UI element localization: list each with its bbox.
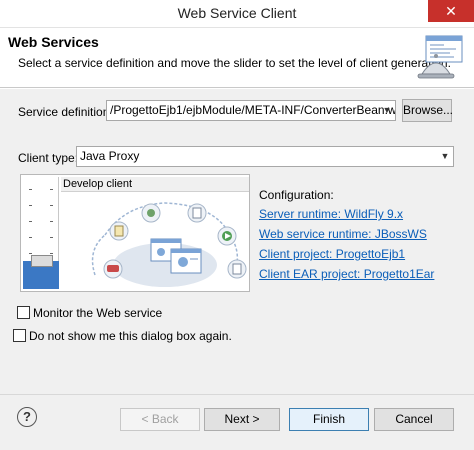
slider-tick <box>50 189 53 190</box>
slider-tick <box>29 205 32 206</box>
help-icon[interactable]: ? <box>17 407 37 427</box>
close-button[interactable]: ✕ <box>428 0 474 22</box>
next-button[interactable]: Next > <box>204 408 280 431</box>
wizard-header: Web Services Select a service definition… <box>0 28 474 88</box>
page-description: Select a service definition and move the… <box>18 56 451 70</box>
title-bar: Web Service Client ✕ <box>0 0 474 28</box>
slider-tick <box>29 253 32 254</box>
window-title: Web Service Client <box>177 5 297 21</box>
server-runtime-link[interactable]: Server runtime: WildFly 9.x <box>259 207 403 221</box>
page-title: Web Services <box>8 34 99 50</box>
service-definition-label: Service definition: <box>18 105 113 119</box>
generation-level-caption: Develop client <box>61 177 249 192</box>
wizard-body: Service definition: /ProgettoEjb1/ejbMod… <box>0 89 474 394</box>
configuration-title: Configuration: <box>259 188 334 202</box>
back-button[interactable]: < Back <box>120 408 200 431</box>
chevron-down-icon[interactable]: ▼ <box>381 101 393 120</box>
web-service-runtime-link[interactable]: Web service runtime: JBossWS <box>259 227 427 241</box>
web-services-wizard-icon <box>417 35 463 79</box>
service-definition-value: /ProgettoEjb1/ejbModule/META-INF/Convert… <box>110 103 396 117</box>
client-type-label: Client type: <box>18 151 79 165</box>
browse-button[interactable]: Browse... <box>402 99 453 122</box>
client-type-combo[interactable]: Java Proxy ▼ <box>76 146 454 167</box>
client-project-link[interactable]: Client project: ProgettoEjb1 <box>259 247 405 261</box>
client-type-value: Java Proxy <box>80 149 140 163</box>
wizard-footer: ? < Back Next > Finish Cancel <box>0 395 474 450</box>
client-generation-panel: Develop client <box>20 174 250 292</box>
monitor-checkbox[interactable] <box>17 306 30 319</box>
client-generation-slider[interactable] <box>23 177 59 289</box>
dont-show-checkbox[interactable] <box>13 329 26 342</box>
cancel-button[interactable]: Cancel <box>374 408 454 431</box>
slider-tick <box>50 205 53 206</box>
dont-show-checkbox-label: Do not show me this dialog box again. <box>29 329 232 343</box>
client-generation-illustration <box>91 202 247 287</box>
slider-tick <box>50 253 53 254</box>
slider-thumb[interactable] <box>31 255 53 267</box>
slider-tick <box>50 237 53 238</box>
monitor-checkbox-label: Monitor the Web service <box>33 306 163 320</box>
slider-tick <box>29 221 32 222</box>
client-ear-project-link[interactable]: Client EAR project: Progetto1Ear <box>259 267 434 281</box>
slider-tick <box>29 237 32 238</box>
slider-tick <box>29 189 32 190</box>
finish-button[interactable]: Finish <box>289 408 369 431</box>
slider-tick <box>50 221 53 222</box>
chevron-down-icon[interactable]: ▼ <box>439 147 451 166</box>
service-definition-combo[interactable]: /ProgettoEjb1/ejbModule/META-INF/Convert… <box>106 100 396 121</box>
